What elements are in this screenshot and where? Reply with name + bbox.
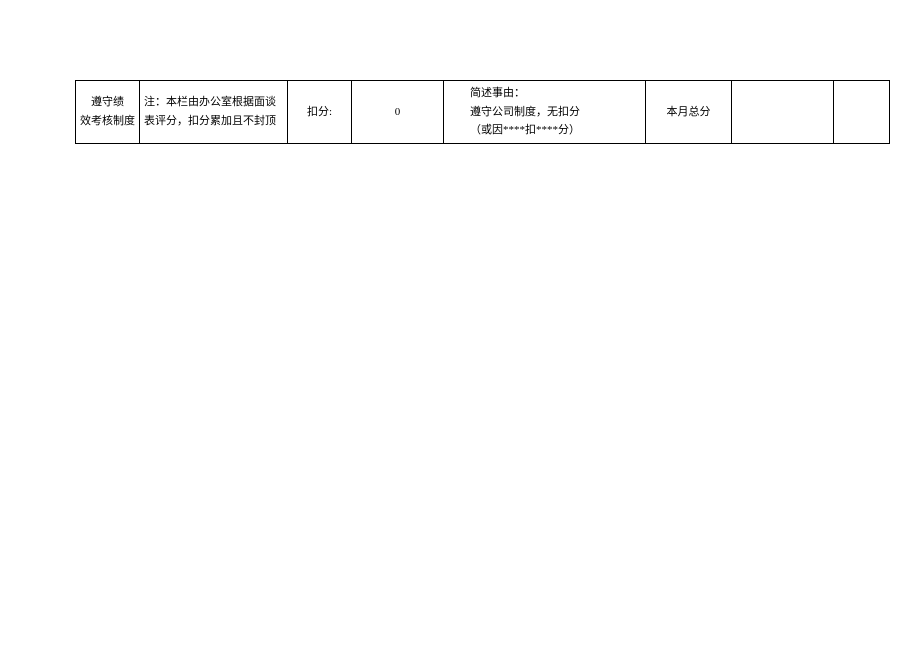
reason-line1: 简述事由：: [470, 87, 525, 99]
category-line1: 遵守绩: [91, 96, 124, 108]
reason-line3: （或因****扣****分）: [470, 124, 580, 136]
cell-deduction-label: 扣分:: [288, 81, 352, 144]
cell-reason: 简述事由： 遵守公司制度，无扣分 （或因****扣****分）: [444, 81, 646, 144]
category-line2: 效考核制度: [80, 115, 135, 127]
cell-deduction-value: 0: [352, 81, 444, 144]
cell-total-label: 本月总分: [646, 81, 732, 144]
document-page: 遵守绩 效考核制度 注：本栏由办公室根据面谈表评分，扣分累加且不封顶 扣分: 0…: [0, 0, 920, 651]
cell-note: 注：本栏由办公室根据面谈表评分，扣分累加且不封顶: [140, 81, 288, 144]
table-row: 遵守绩 效考核制度 注：本栏由办公室根据面谈表评分，扣分累加且不封顶 扣分: 0…: [76, 81, 890, 144]
cell-extra: [834, 81, 890, 144]
cell-category: 遵守绩 效考核制度: [76, 81, 140, 144]
assessment-table: 遵守绩 效考核制度 注：本栏由办公室根据面谈表评分，扣分累加且不封顶 扣分: 0…: [75, 80, 890, 144]
cell-total-value: [732, 81, 834, 144]
reason-line2: 遵守公司制度，无扣分: [470, 106, 580, 118]
